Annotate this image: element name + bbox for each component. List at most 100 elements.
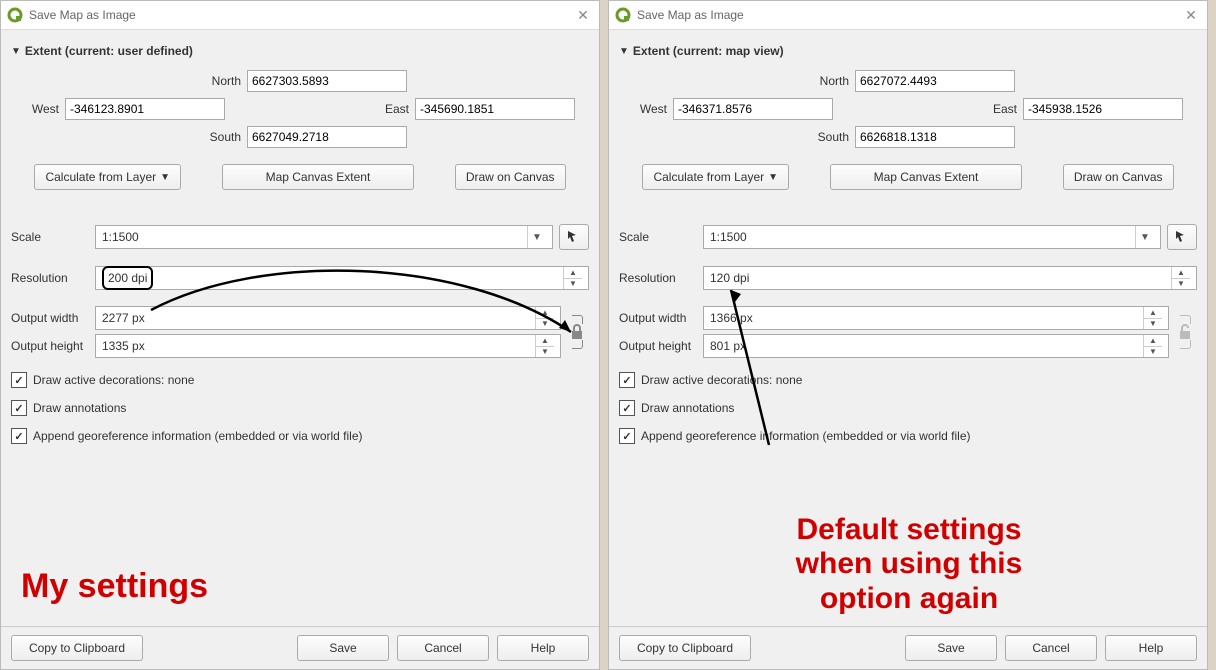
spinner[interactable]: ▲▼ bbox=[535, 307, 554, 329]
resolution-row: Resolution 120 dpi ▲▼ bbox=[619, 266, 1197, 290]
output-width-label: Output width bbox=[11, 311, 89, 325]
output-height-input[interactable]: 1335 px▲▼ bbox=[95, 334, 561, 358]
output-width-row: Output width 1366 px▲▼ bbox=[619, 306, 1169, 330]
scale-combo[interactable]: 1:1500 ▼ bbox=[95, 225, 553, 249]
scale-combo[interactable]: 1:1500 ▼ bbox=[703, 225, 1161, 249]
scale-row: Scale 1:1500 ▼ bbox=[11, 224, 589, 250]
output-width-label: Output width bbox=[619, 311, 697, 325]
calculate-from-layer-button[interactable]: Calculate from Layer▼ bbox=[34, 164, 181, 190]
cursor-icon bbox=[1174, 229, 1190, 245]
titlebar: Save Map as Image ✕ bbox=[609, 1, 1207, 30]
extent-buttons: Calculate from Layer▼ Map Canvas Extent … bbox=[11, 164, 589, 190]
dialog-body: ▼ Extent (current: map view) North West … bbox=[609, 30, 1207, 626]
output-width-input[interactable]: 1366 px▲▼ bbox=[703, 306, 1169, 330]
output-height-row: Output height 1335 px▲▼ bbox=[11, 334, 561, 358]
checkbox-icon: ✓ bbox=[11, 372, 27, 388]
append-georef-label: Append georeference information (embedde… bbox=[641, 429, 971, 443]
south-label: South bbox=[801, 130, 851, 144]
scale-label: Scale bbox=[11, 230, 89, 244]
south-label: South bbox=[193, 130, 243, 144]
scale-label: Scale bbox=[619, 230, 697, 244]
copy-to-clipboard-button[interactable]: Copy to Clipboard bbox=[11, 635, 143, 661]
checkbox-icon: ✓ bbox=[619, 428, 635, 444]
dialog-footer: Copy to Clipboard Save Cancel Help bbox=[609, 626, 1207, 669]
cursor-icon bbox=[566, 229, 582, 245]
dialog-footer: Copy to Clipboard Save Cancel Help bbox=[1, 626, 599, 669]
east-input[interactable] bbox=[1023, 98, 1183, 120]
help-button[interactable]: Help bbox=[497, 635, 589, 661]
north-input[interactable] bbox=[247, 70, 407, 92]
scale-picker-button[interactable] bbox=[559, 224, 589, 250]
close-icon[interactable]: ✕ bbox=[573, 5, 593, 25]
cancel-button[interactable]: Cancel bbox=[397, 635, 489, 661]
qgis-icon bbox=[615, 7, 631, 23]
spinner[interactable]: ▲▼ bbox=[1171, 267, 1190, 289]
draw-annotations-checkbox[interactable]: ✓ Draw annotations bbox=[11, 400, 589, 416]
titlebar: Save Map as Image ✕ bbox=[1, 1, 599, 30]
resolution-value: 120 dpi bbox=[710, 271, 749, 285]
draw-annotations-label: Draw annotations bbox=[641, 401, 734, 415]
annotation-default-settings: Default settings when using this option … bbox=[679, 513, 1139, 617]
west-input[interactable] bbox=[65, 98, 225, 120]
calculate-from-layer-button[interactable]: Calculate from Layer▼ bbox=[642, 164, 789, 190]
checkbox-icon: ✓ bbox=[619, 400, 635, 416]
output-height-row: Output height 801 px▲▼ bbox=[619, 334, 1169, 358]
draw-annotations-label: Draw annotations bbox=[33, 401, 126, 415]
spinner[interactable]: ▲▼ bbox=[563, 267, 582, 289]
close-icon[interactable]: ✕ bbox=[1181, 5, 1201, 25]
map-canvas-extent-button[interactable]: Map Canvas Extent bbox=[830, 164, 1022, 190]
extent-group-header[interactable]: ▼ Extent (current: map view) bbox=[619, 44, 1197, 58]
checkbox-icon: ✓ bbox=[11, 400, 27, 416]
resolution-value: 200 dpi bbox=[102, 266, 153, 290]
spinner[interactable]: ▲▼ bbox=[1143, 307, 1162, 329]
copy-to-clipboard-button[interactable]: Copy to Clipboard bbox=[619, 635, 751, 661]
north-label: North bbox=[193, 74, 243, 88]
draw-decorations-checkbox[interactable]: ✓ Draw active decorations: none bbox=[11, 372, 589, 388]
save-button[interactable]: Save bbox=[905, 635, 997, 661]
cancel-button[interactable]: Cancel bbox=[1005, 635, 1097, 661]
east-input[interactable] bbox=[415, 98, 575, 120]
resolution-row: Resolution 200 dpi ▲▼ bbox=[11, 266, 589, 290]
save-button[interactable]: Save bbox=[297, 635, 389, 661]
spinner[interactable]: ▲▼ bbox=[535, 335, 554, 357]
output-width-input[interactable]: 2277 px▲▼ bbox=[95, 306, 561, 330]
aspect-lock[interactable] bbox=[565, 298, 589, 366]
output-height-input[interactable]: 801 px▲▼ bbox=[703, 334, 1169, 358]
spinner[interactable]: ▲▼ bbox=[1143, 335, 1162, 357]
south-input[interactable] bbox=[855, 126, 1015, 148]
resolution-input[interactable]: 120 dpi ▲▼ bbox=[703, 266, 1197, 290]
draw-on-canvas-button[interactable]: Draw on Canvas bbox=[1063, 164, 1174, 190]
draw-decorations-checkbox[interactable]: ✓ Draw active decorations: none bbox=[619, 372, 1197, 388]
chevron-down-icon: ▼ bbox=[1135, 226, 1154, 248]
extent-header-label: Extent (current: map view) bbox=[633, 44, 784, 58]
output-width-row: Output width 2277 px▲▼ bbox=[11, 306, 561, 330]
chevron-down-icon: ▼ bbox=[768, 172, 778, 183]
append-georef-checkbox[interactable]: ✓ Append georeference information (embed… bbox=[619, 428, 1197, 444]
checkbox-icon: ✓ bbox=[11, 428, 27, 444]
resolution-input[interactable]: 200 dpi ▲▼ bbox=[95, 266, 589, 290]
draw-on-canvas-button[interactable]: Draw on Canvas bbox=[455, 164, 566, 190]
extent-inputs: North West East South bbox=[11, 66, 589, 152]
append-georef-checkbox[interactable]: ✓ Append georeference information (embed… bbox=[11, 428, 589, 444]
help-button[interactable]: Help bbox=[1105, 635, 1197, 661]
output-height-label: Output height bbox=[619, 339, 697, 353]
west-input[interactable] bbox=[673, 98, 833, 120]
append-georef-label: Append georeference information (embedde… bbox=[33, 429, 363, 443]
extent-buttons: Calculate from Layer▼ Map Canvas Extent … bbox=[619, 164, 1197, 190]
collapse-icon: ▼ bbox=[619, 46, 629, 57]
checkbox-icon: ✓ bbox=[619, 372, 635, 388]
west-label: West bbox=[633, 102, 669, 116]
dialog-left: Save Map as Image ✕ ▼ Extent (current: u… bbox=[0, 0, 600, 670]
south-input[interactable] bbox=[247, 126, 407, 148]
scale-row: Scale 1:1500 ▼ bbox=[619, 224, 1197, 250]
dialog-body: ▼ Extent (current: user defined) North W… bbox=[1, 30, 599, 626]
aspect-lock[interactable] bbox=[1173, 298, 1197, 366]
draw-decorations-label: Draw active decorations: none bbox=[641, 373, 802, 387]
scale-picker-button[interactable] bbox=[1167, 224, 1197, 250]
draw-annotations-checkbox[interactable]: ✓ Draw annotations bbox=[619, 400, 1197, 416]
extent-group-header[interactable]: ▼ Extent (current: user defined) bbox=[11, 44, 589, 58]
unlock-icon bbox=[1178, 324, 1192, 340]
chevron-down-icon: ▼ bbox=[527, 226, 546, 248]
map-canvas-extent-button[interactable]: Map Canvas Extent bbox=[222, 164, 414, 190]
north-input[interactable] bbox=[855, 70, 1015, 92]
